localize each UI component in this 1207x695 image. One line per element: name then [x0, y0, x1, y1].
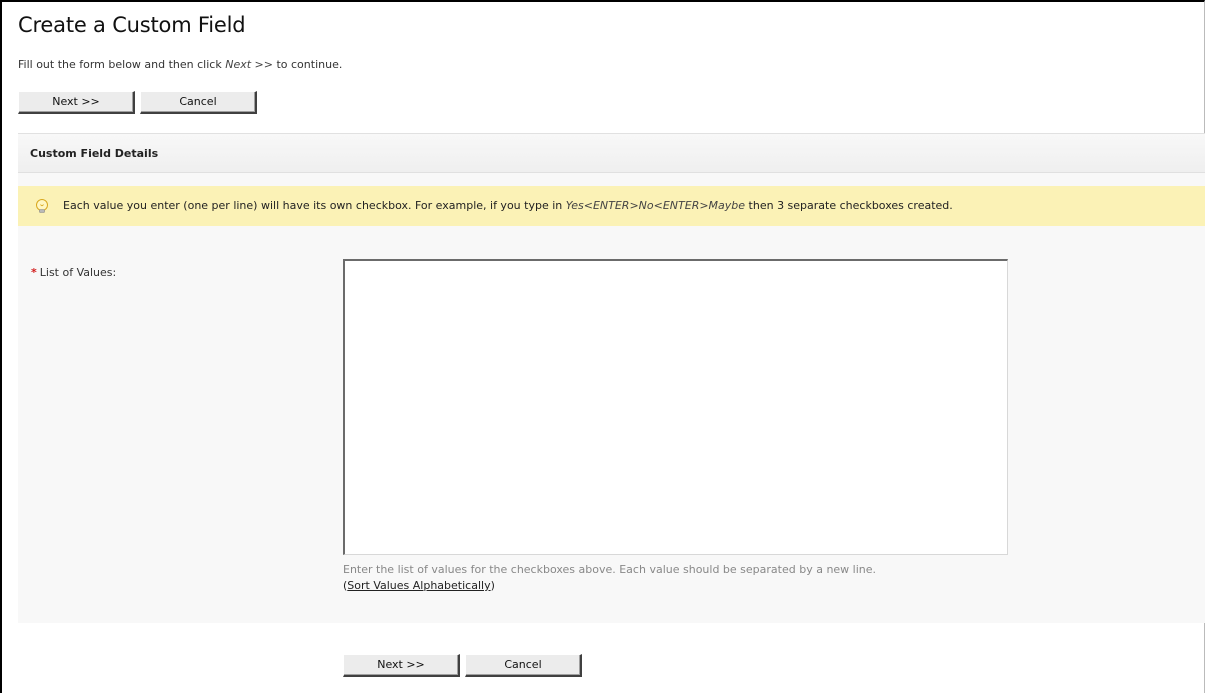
section-header: Custom Field Details: [18, 134, 1205, 173]
required-marker: *: [31, 266, 37, 279]
list-of-values-label-text: List of Values:: [39, 266, 117, 279]
intro-text: Fill out the form below and then click N…: [18, 58, 342, 71]
next-button-top[interactable]: Next >>: [18, 91, 135, 114]
values-help-text: Enter the list of values for the checkbo…: [343, 563, 877, 576]
hint-prefix: Each value you enter (one per line) will…: [63, 199, 566, 212]
next-button-bottom[interactable]: Next >>: [343, 654, 460, 677]
sort-paren-close: ): [490, 579, 495, 592]
lightbulb-icon: [36, 199, 48, 213]
hint-example: Yes<ENTER>No<ENTER>Maybe: [565, 199, 746, 212]
sort-values-link[interactable]: Sort Values Alphabetically: [347, 579, 490, 592]
hint-suffix: then 3 separate checkboxes created.: [745, 199, 953, 212]
cancel-button-bottom[interactable]: Cancel: [465, 654, 582, 677]
intro-emphasis: Next >>: [225, 58, 273, 71]
intro-suffix: to continue.: [272, 58, 343, 71]
section-title: Custom Field Details: [30, 147, 159, 160]
hint-banner: Each value you enter (one per line) will…: [18, 186, 1205, 226]
page-title: Create a Custom Field: [18, 13, 246, 37]
sort-values-row: (Sort Values Alphabetically): [343, 579, 495, 592]
hint-text: Each value you enter (one per line) will…: [63, 199, 953, 212]
list-of-values-textarea[interactable]: [343, 259, 1008, 555]
cancel-button-top[interactable]: Cancel: [140, 91, 257, 114]
intro-prefix: Fill out the form below and then click: [18, 58, 226, 71]
list-of-values-label: * List of Values:: [31, 266, 116, 279]
